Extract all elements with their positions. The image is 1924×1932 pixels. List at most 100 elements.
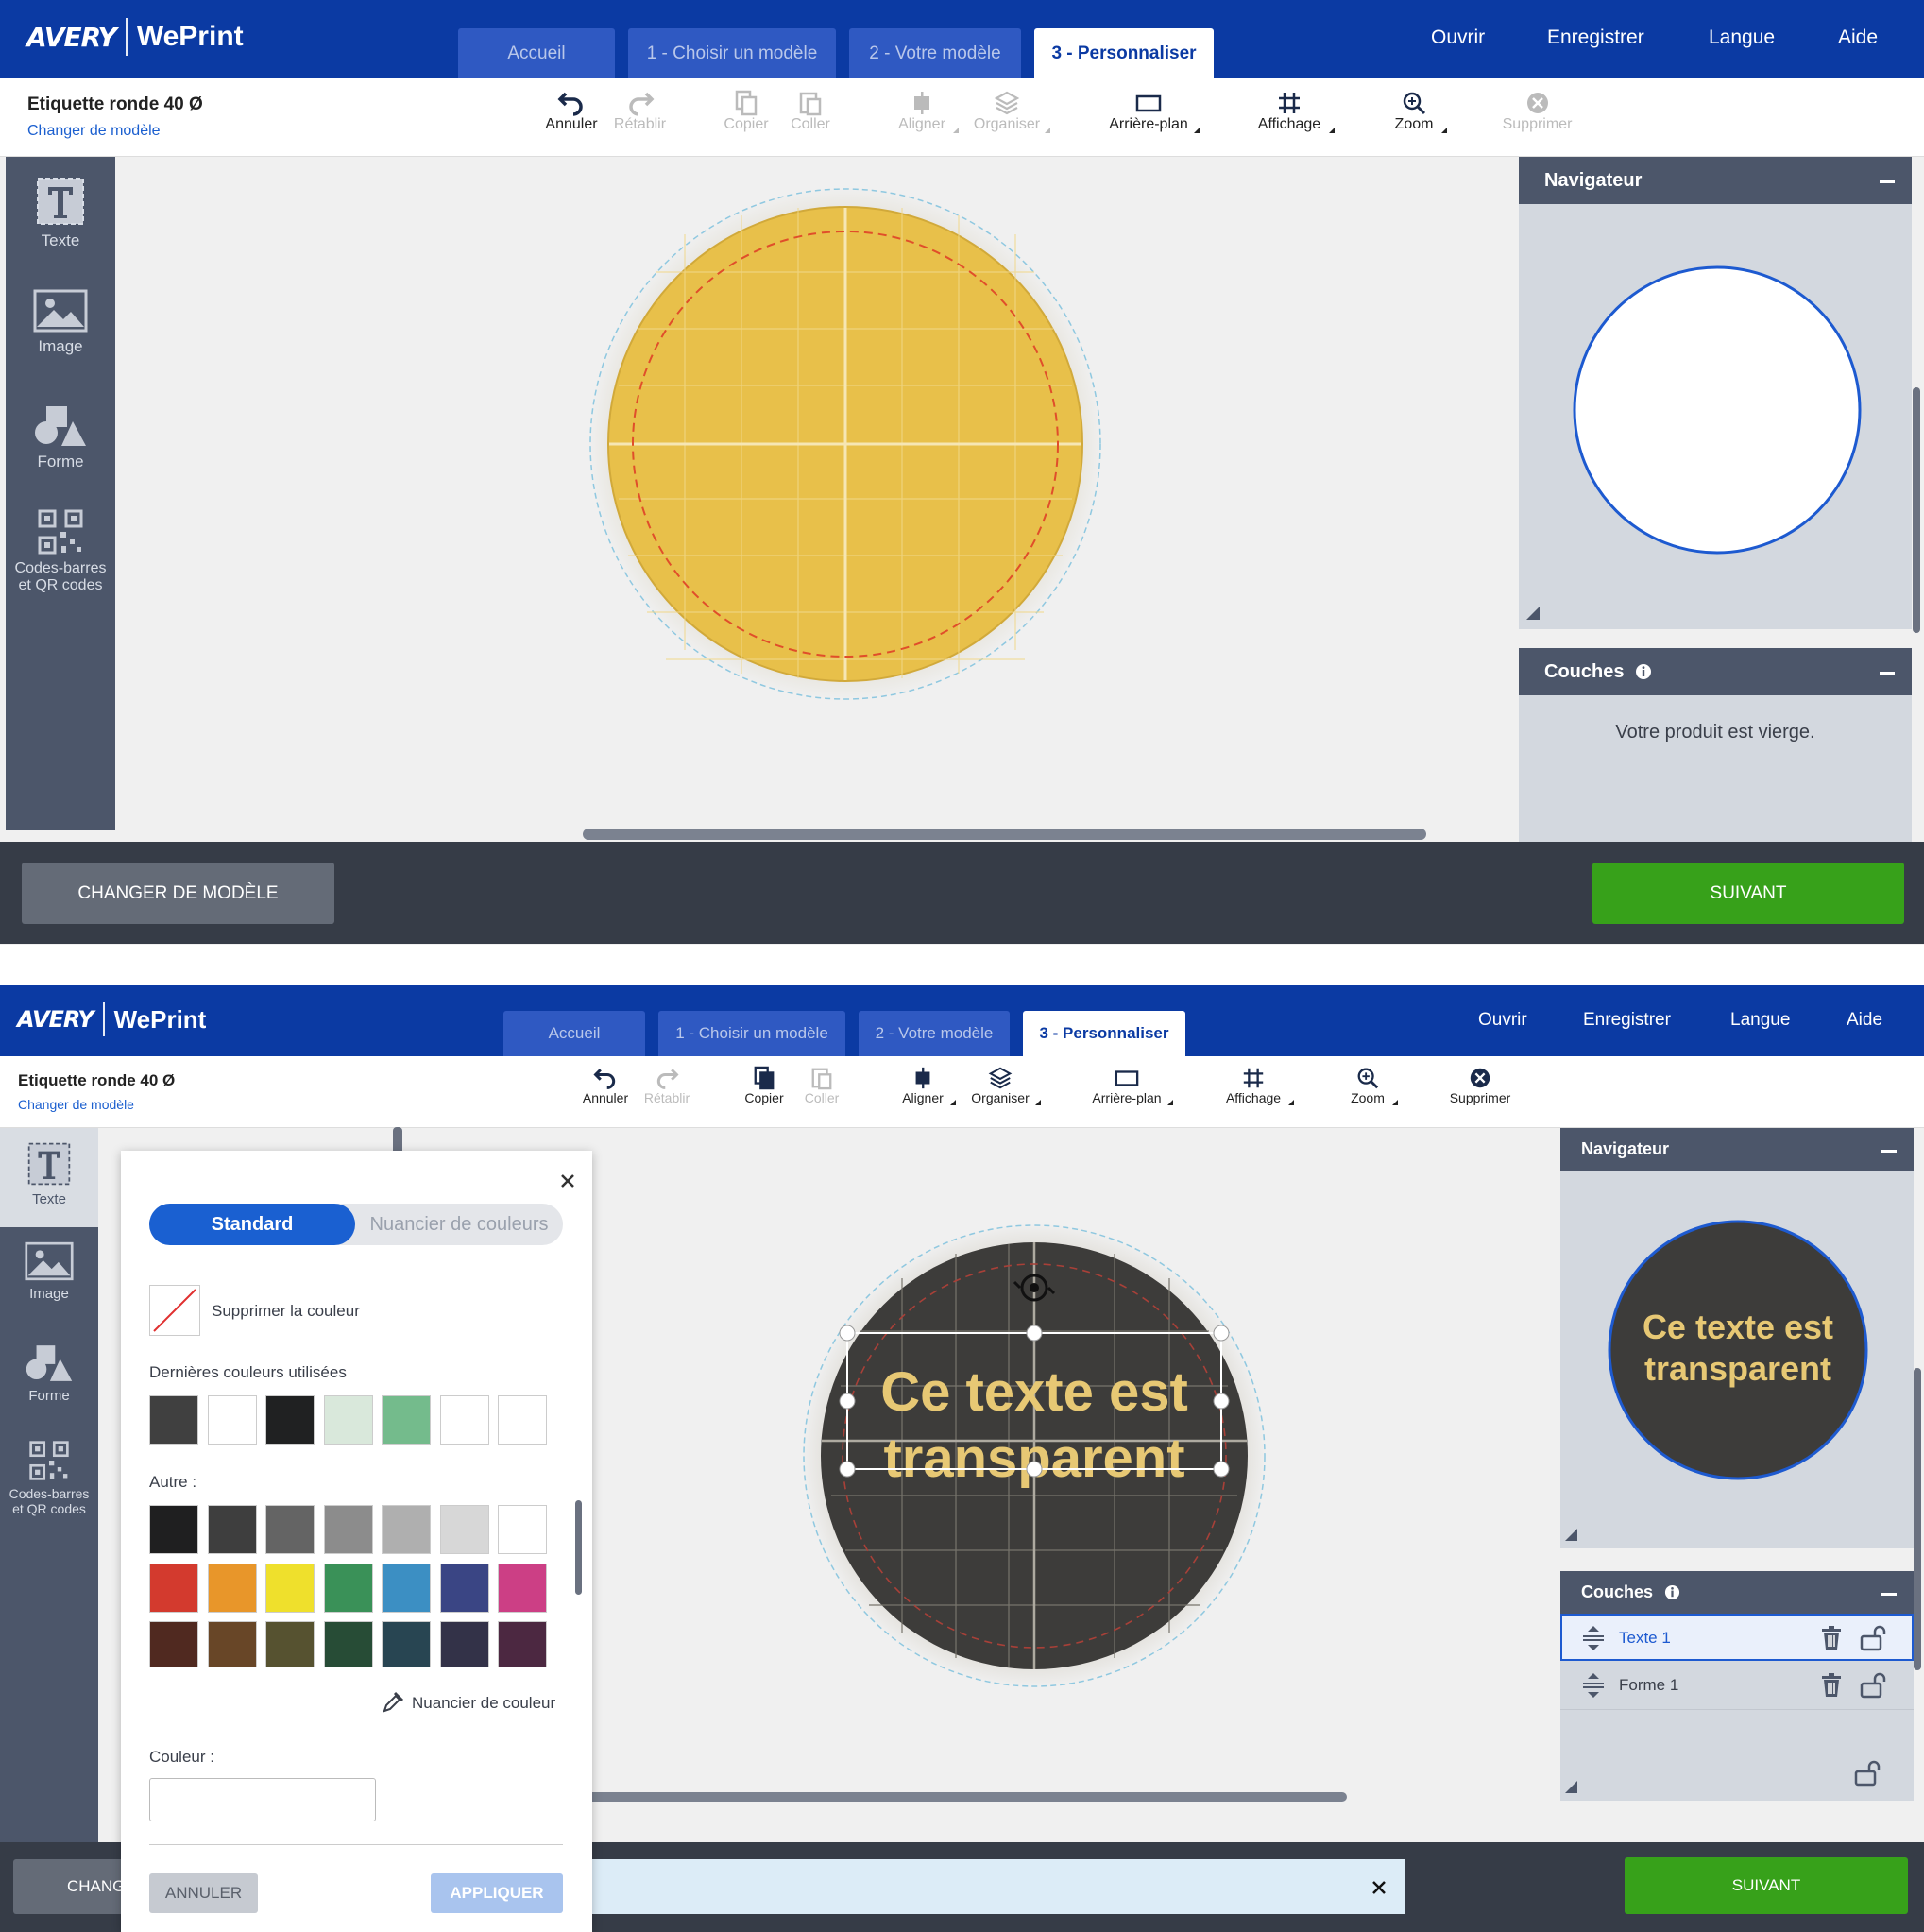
zoom-button[interactable]: Zoom <box>1388 90 1447 133</box>
sidebar-item-texte[interactable]: Texte <box>6 176 115 250</box>
layer-row-forme[interactable]: Forme 1 <box>1560 1663 1914 1710</box>
cancel-button[interactable]: ANNULER <box>149 1873 258 1913</box>
sidebar-item-image[interactable]: Image <box>0 1241 98 1302</box>
collapse-layers-icon[interactable] <box>1881 1592 1897 1596</box>
recent-color-swatch[interactable] <box>265 1395 315 1445</box>
color-swatch[interactable] <box>265 1563 315 1613</box>
undo-button[interactable]: Annuler <box>576 1066 635 1105</box>
menu-aide[interactable]: Aide <box>1847 1010 1922 1031</box>
unlock-icon[interactable] <box>1859 1672 1887 1699</box>
menu-langue[interactable]: Langue <box>1730 1010 1825 1031</box>
right-panel-scrollbar[interactable] <box>1913 387 1920 633</box>
recent-color-swatch[interactable] <box>323 1395 373 1445</box>
tab-accueil[interactable]: Accueil <box>503 1011 645 1056</box>
tab-standard[interactable]: Standard <box>149 1204 355 1245</box>
copy-button[interactable]: Copier <box>738 1066 791 1105</box>
eyedropper-icon[interactable] <box>382 1691 404 1714</box>
sidebar-item-forme[interactable]: Forme <box>6 404 115 471</box>
background-button[interactable]: Arrière-plan <box>1105 90 1200 133</box>
recent-color-swatch[interactable] <box>498 1395 547 1445</box>
collapse-layers-icon[interactable] <box>1880 672 1895 675</box>
next-button[interactable]: SUIVANT <box>1592 863 1904 924</box>
color-swatch[interactable] <box>323 1621 373 1667</box>
avery-weprint-logo[interactable]: AVERY WePrint <box>17 1001 206 1037</box>
collapse-navigator-icon[interactable] <box>1881 1149 1897 1153</box>
navigator-resize-handle[interactable] <box>1526 607 1540 620</box>
color-swatch[interactable] <box>149 1621 198 1667</box>
menu-enregistrer[interactable]: Enregistrer <box>1583 1010 1715 1031</box>
change-model-button[interactable]: CHANGER DE MODÈLE <box>22 863 334 924</box>
close-notification-icon[interactable] <box>1371 1879 1388 1896</box>
label-artboard[interactable]: Ce texte est transparent <box>793 1222 1285 1713</box>
paste-button[interactable]: Coller <box>796 1066 847 1105</box>
change-model-link[interactable]: Changer de modèle <box>27 123 161 140</box>
redo-button[interactable]: Rétablir <box>637 1066 697 1105</box>
recent-color-swatch[interactable] <box>207 1395 257 1445</box>
avery-weprint-logo[interactable]: AVERY WePrint <box>26 17 244 57</box>
tab-accueil[interactable]: Accueil <box>458 28 615 78</box>
color-swatch[interactable] <box>498 1505 547 1554</box>
navigator-preview[interactable]: Ce texte est transparent <box>1606 1218 1870 1482</box>
color-picker-link[interactable]: Nuancier de couleur <box>412 1694 555 1713</box>
menu-ouvrir[interactable]: Ouvrir <box>1431 26 1544 49</box>
sidebar-item-codes[interactable]: Codes-barres et QR codes <box>0 1440 98 1516</box>
color-swatch[interactable] <box>207 1505 257 1554</box>
navigator-preview[interactable] <box>1571 264 1864 556</box>
right-panel-scrollbar[interactable] <box>1914 1368 1921 1670</box>
align-button[interactable]: Aligner <box>897 1066 956 1105</box>
tab-votre-modele[interactable]: 2 - Votre modèle <box>859 1011 1010 1056</box>
design-text-line2[interactable]: transparent <box>883 1428 1184 1489</box>
background-button[interactable]: Arrière-plan <box>1088 1066 1173 1105</box>
recent-color-swatch[interactable] <box>149 1395 198 1445</box>
design-text-line1[interactable]: Ce texte est <box>880 1361 1188 1423</box>
close-popup-icon[interactable] <box>559 1172 576 1189</box>
tab-personnaliser[interactable]: 3 - Personnaliser <box>1034 28 1214 78</box>
arrange-button[interactable]: Organiser <box>967 1066 1041 1105</box>
color-swatch[interactable] <box>207 1621 257 1667</box>
color-swatch[interactable] <box>498 1621 547 1667</box>
sidebar-item-codes[interactable]: Codes-barres et QR codes <box>6 508 115 594</box>
menu-enregistrer[interactable]: Enregistrer <box>1547 26 1698 49</box>
remove-color-swatch[interactable] <box>149 1285 200 1336</box>
color-swatch[interactable] <box>382 1505 431 1554</box>
unlock-icon[interactable] <box>1859 1625 1887 1651</box>
delete-button[interactable]: Supprimer <box>1445 1066 1515 1105</box>
canvas-horizontal-scrollbar[interactable] <box>583 829 1426 840</box>
label-artboard[interactable] <box>581 187 1148 754</box>
tab-color-picker[interactable]: Nuancier de couleurs <box>355 1204 563 1245</box>
zoom-button[interactable]: Zoom <box>1345 1066 1398 1105</box>
recent-color-swatch[interactable] <box>382 1395 431 1445</box>
color-grid-scrollbar[interactable] <box>575 1500 582 1595</box>
color-swatch[interactable] <box>323 1505 373 1554</box>
sidebar-item-forme[interactable]: Forme <box>0 1343 98 1404</box>
color-swatch[interactable] <box>149 1563 198 1613</box>
color-swatch[interactable] <box>382 1563 431 1613</box>
layers-resize-handle[interactable] <box>1565 1781 1577 1793</box>
navigator-resize-handle[interactable] <box>1565 1529 1577 1541</box>
color-hex-input[interactable] <box>149 1778 376 1821</box>
recent-color-swatch[interactable] <box>439 1395 489 1445</box>
paste-button[interactable]: Coller <box>782 90 839 133</box>
color-swatch[interactable] <box>149 1505 198 1554</box>
next-button[interactable]: SUIVANT <box>1625 1857 1908 1914</box>
apply-button[interactable]: APPLIQUER <box>431 1873 563 1913</box>
delete-button[interactable]: Supprimer <box>1497 90 1577 133</box>
color-swatch[interactable] <box>498 1563 547 1613</box>
copy-button[interactable]: Copier <box>718 90 775 133</box>
arrange-button[interactable]: Organiser <box>971 90 1050 133</box>
color-swatch[interactable] <box>265 1505 315 1554</box>
menu-aide[interactable]: Aide <box>1838 26 1914 49</box>
drag-handle-icon[interactable] <box>1581 1624 1606 1652</box>
color-swatch[interactable] <box>439 1505 489 1554</box>
undo-button[interactable]: Annuler <box>538 90 604 133</box>
collapse-navigator-icon[interactable] <box>1880 180 1895 183</box>
sidebar-item-texte[interactable]: Texte <box>0 1128 98 1227</box>
drag-handle-icon[interactable] <box>1581 1671 1606 1700</box>
color-swatch[interactable] <box>265 1621 315 1667</box>
color-swatch[interactable] <box>382 1621 431 1667</box>
trash-icon[interactable] <box>1821 1626 1842 1650</box>
design-canvas[interactable] <box>115 157 1519 842</box>
info-icon[interactable] <box>1635 663 1652 680</box>
trash-icon[interactable] <box>1821 1673 1842 1698</box>
menu-langue[interactable]: Langue <box>1709 26 1803 49</box>
